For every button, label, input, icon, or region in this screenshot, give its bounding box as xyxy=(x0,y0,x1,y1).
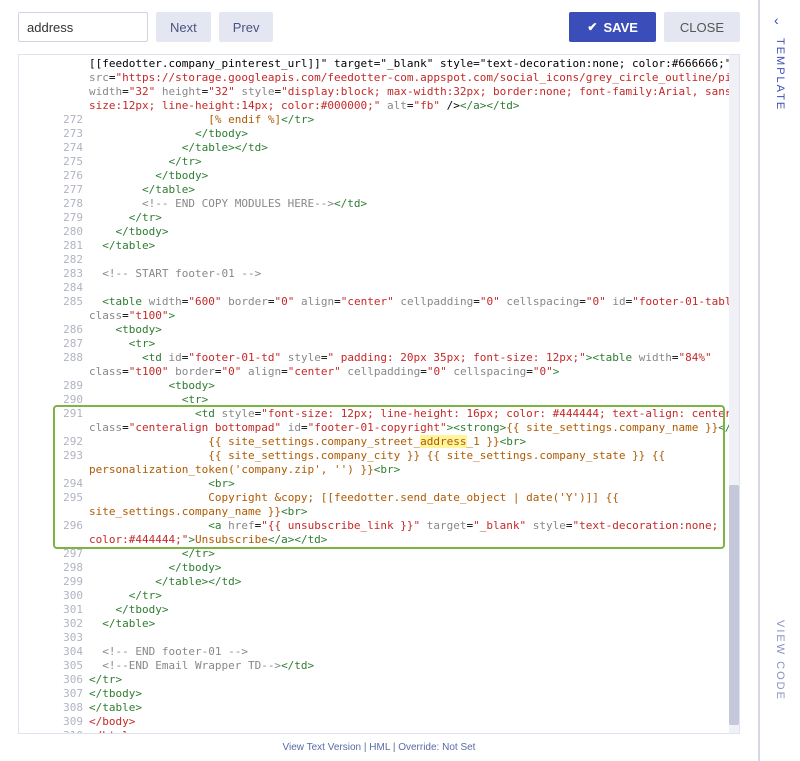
code-line[interactable]: color:#444444;">Unsubscribe</a></td> xyxy=(55,533,739,547)
chevron-left-icon[interactable]: ‹ xyxy=(774,12,786,28)
code-line[interactable]: width="32" height="32" style="display:bl… xyxy=(55,85,739,99)
code-line[interactable]: 302 </table> xyxy=(55,617,739,631)
prev-button[interactable]: Prev xyxy=(219,12,274,42)
next-button[interactable]: Next xyxy=(156,12,211,42)
code-line[interactable]: class="t100"> xyxy=(55,309,739,323)
code-line[interactable]: 288 <td id="footer-01-td" style=" paddin… xyxy=(55,351,739,365)
code-line[interactable]: [[feedotter.company_pinterest_url]]" tar… xyxy=(55,57,739,71)
code-line[interactable]: 300 </tr> xyxy=(55,589,739,603)
code-line[interactable]: 297 </tr> xyxy=(55,547,739,561)
code-line[interactable]: 290 <tr> xyxy=(55,393,739,407)
code-line[interactable]: src="https://storage.googleapis.com/feed… xyxy=(55,71,739,85)
code-line[interactable]: 309</body> xyxy=(55,715,739,729)
code-line[interactable]: 298 </tbody> xyxy=(55,561,739,575)
check-icon: ✔ xyxy=(587,20,597,34)
scrollbar-thumb[interactable] xyxy=(729,485,739,725)
code-line[interactable]: 291 <td style="font-size: 12px; line-hei… xyxy=(55,407,739,421)
code-line[interactable]: 310</html> xyxy=(55,729,739,733)
code-line[interactable]: site_settings.company_name }}<br> xyxy=(55,505,739,519)
editor-pane: Next Prev ✔SAVE CLOSE [[feedotter.compan… xyxy=(0,0,760,761)
code-line[interactable]: 282 xyxy=(55,253,739,267)
code-line[interactable]: 293 {{ site_settings.company_city }} {{ … xyxy=(55,449,739,463)
code-line[interactable]: 273 </tbody> xyxy=(55,127,739,141)
code-line[interactable]: 289 <tbody> xyxy=(55,379,739,393)
view-code-tab[interactable]: VIEW CODE xyxy=(774,620,786,701)
vertical-scrollbar[interactable] xyxy=(729,55,739,733)
code-line[interactable]: 278 <!-- END COPY MODULES HERE--></td> xyxy=(55,197,739,211)
close-button[interactable]: CLOSE xyxy=(664,12,740,42)
code-line[interactable]: 304 <!-- END footer-01 --> xyxy=(55,645,739,659)
code-line[interactable]: 286 <tbody> xyxy=(55,323,739,337)
code-line[interactable]: 285 <table width="600" border="0" align=… xyxy=(55,295,739,309)
code-line[interactable]: 274 </table></td> xyxy=(55,141,739,155)
code-line[interactable]: 299 </table></td> xyxy=(55,575,739,589)
code-line[interactable]: 281 </table> xyxy=(55,239,739,253)
view-text-version-link[interactable]: View Text Version xyxy=(283,742,362,753)
code-line[interactable]: 296 <a href="{{ unsubscribe_link }}" tar… xyxy=(55,519,739,533)
toolbar: Next Prev ✔SAVE CLOSE xyxy=(0,0,758,54)
code-line[interactable]: 272 [% endif %]</tr> xyxy=(55,113,739,127)
code-line[interactable]: 307</tbody> xyxy=(55,687,739,701)
save-button[interactable]: ✔SAVE xyxy=(569,12,656,42)
code-line[interactable]: 287 <tr> xyxy=(55,337,739,351)
code-line[interactable]: 308</table> xyxy=(55,701,739,715)
override-link[interactable]: Override: Not Set xyxy=(398,742,475,753)
code-line[interactable]: 294 <br> xyxy=(55,477,739,491)
code-line[interactable]: 283 <!-- START footer-01 --> xyxy=(55,267,739,281)
template-tab[interactable]: TEMPLATE xyxy=(774,38,786,111)
code-line[interactable]: 303 xyxy=(55,631,739,645)
footer-links: View Text Version | HML | Override: Not … xyxy=(0,734,758,761)
code-line[interactable]: 295 Copyright &copy; [[feedotter.send_da… xyxy=(55,491,739,505)
code-editor[interactable]: [[feedotter.company_pinterest_url]]" tar… xyxy=(18,54,740,734)
side-rail: ‹ TEMPLATE VIEW CODE xyxy=(760,0,800,761)
code-line[interactable]: 292 {{ site_settings.company_street_addr… xyxy=(55,435,739,449)
search-input[interactable] xyxy=(18,12,148,42)
code-line[interactable]: 277 </table> xyxy=(55,183,739,197)
code-line[interactable]: size:12px; line-height:14px; color:#0000… xyxy=(55,99,739,113)
code-line[interactable]: 276 </tbody> xyxy=(55,169,739,183)
code-line[interactable]: personalization_token('company.zip', '')… xyxy=(55,463,739,477)
code-line[interactable]: class="centeralign bottompad" id="footer… xyxy=(55,421,739,435)
code-line[interactable]: 284 xyxy=(55,281,739,295)
code-line[interactable]: class="t100" border="0" align="center" c… xyxy=(55,365,739,379)
code-line[interactable]: 301 </tbody> xyxy=(55,603,739,617)
code-line[interactable]: 280 </tbody> xyxy=(55,225,739,239)
code-line[interactable]: 305 <!--END Email Wrapper TD--></td> xyxy=(55,659,739,673)
hml-link[interactable]: HML xyxy=(369,742,390,753)
code-line[interactable]: 306</tr> xyxy=(55,673,739,687)
code-line[interactable]: 275 </tr> xyxy=(55,155,739,169)
code-line[interactable]: 279 </tr> xyxy=(55,211,739,225)
